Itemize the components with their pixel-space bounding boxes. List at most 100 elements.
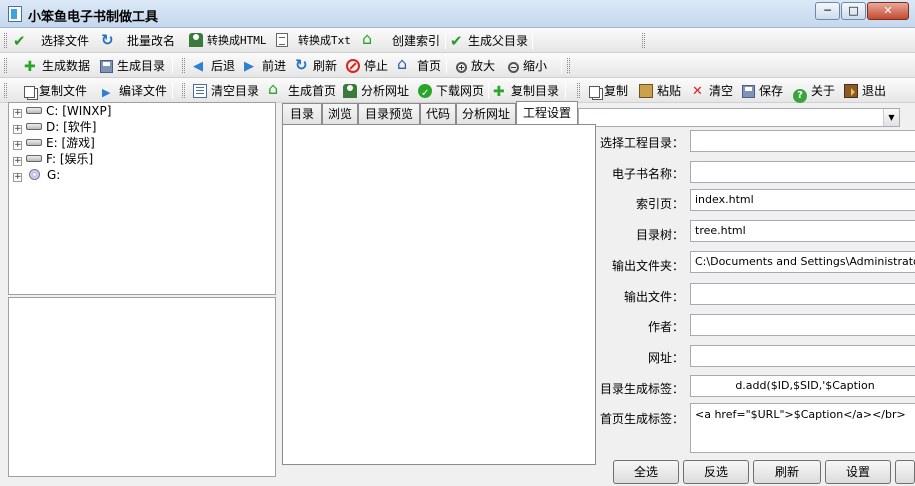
expand-icon[interactable]: + [13, 109, 22, 118]
project-dir-input[interactable] [690, 130, 915, 152]
home-icon [362, 29, 376, 49]
close-button[interactable]: ✕ [867, 2, 909, 20]
output-file-label: 输出文件： [623, 290, 684, 304]
plus-icon [493, 82, 507, 102]
zoom-out-icon [508, 62, 519, 73]
clear-toc-button[interactable]: 清空目录 [193, 81, 259, 101]
toc-tree-input[interactable]: tree.html [690, 220, 915, 242]
create-index-button[interactable]: 创建索引 [362, 29, 440, 51]
toolbar-browser: 生成数据 生成目录 后退 前进 刷新 停止 首页 放大 缩小 ▼ [0, 53, 915, 127]
web-icon [189, 33, 203, 47]
expand-icon[interactable]: + [13, 125, 22, 134]
select-all-button[interactable]: 全选 [613, 460, 679, 484]
tab-analyze-url[interactable]: 分析网址 [456, 103, 516, 124]
tree-item-d[interactable]: + D: [软件] [13, 119, 96, 135]
copy-icon [24, 86, 35, 98]
output-file-input[interactable] [690, 283, 915, 305]
author-input[interactable] [690, 314, 915, 336]
tab-toc-preview[interactable]: 目录预览 [358, 103, 420, 124]
zoom-in-icon [456, 62, 467, 73]
project-dir-label: 选择工程目录： [599, 136, 684, 150]
gen-toc-button[interactable]: 生成目录 [100, 56, 165, 76]
exit-button[interactable]: 退出 [844, 81, 886, 101]
book-name-label: 电子书名称： [611, 167, 684, 181]
author-label: 作者： [647, 320, 684, 334]
home-button[interactable]: 首页 [397, 54, 441, 76]
toolbar-grip[interactable] [182, 83, 185, 98]
download-icon [418, 84, 432, 104]
index-page-input[interactable]: index.html [690, 189, 915, 211]
tab-toc[interactable]: 目录 [282, 103, 322, 124]
gen-data-button[interactable]: 生成数据 [24, 56, 90, 77]
toolbar-grip[interactable] [4, 58, 7, 73]
copy-button[interactable]: 复制 [589, 81, 628, 101]
tab-project-settings[interactable]: 工程设置 [516, 101, 578, 124]
clear-button[interactable]: 清空 [691, 81, 733, 102]
paste-icon [639, 84, 653, 98]
batch-rename-button[interactable]: 批量改名 [101, 30, 175, 51]
toc-tag-input[interactable]: d.add($ID,$SID,'$Caption [690, 375, 915, 397]
output-folder-label: 输出文件夹： [611, 259, 684, 273]
refresh-button[interactable]: 刷新 [295, 55, 337, 76]
url-label: 网址： [647, 351, 684, 365]
about-button[interactable]: 关于 [793, 81, 835, 103]
tab-content-panel[interactable] [282, 124, 596, 465]
settings-button[interactable]: 设置 [825, 460, 891, 484]
compile-file-button[interactable]: 编译文件 [100, 81, 167, 103]
tree-item-c[interactable]: + C: [WINXP] [13, 103, 111, 119]
save-button[interactable]: 保存 [742, 81, 783, 101]
drive-tree[interactable]: + C: [WINXP] + D: [软件] + E: [游戏] + F: [娱乐] +… [8, 102, 276, 295]
toolbar-grip[interactable] [642, 33, 645, 48]
copy-file-button[interactable]: 复制文件 [24, 81, 87, 101]
analyze-url-button[interactable]: 分析网址 [343, 81, 409, 101]
paste-button[interactable]: 粘贴 [639, 81, 681, 101]
stop-icon [346, 59, 360, 73]
home-tag-textarea[interactable]: <a href="$URL">$Caption</a></br> [690, 403, 915, 453]
file-list-panel[interactable] [8, 297, 276, 477]
toolbar-grip[interactable] [182, 58, 185, 73]
web-icon [343, 84, 357, 98]
tree-item-g[interactable]: + G: [13, 167, 60, 183]
expand-icon[interactable]: + [13, 173, 22, 182]
copy-icon [589, 86, 600, 98]
book-name-input[interactable] [690, 161, 915, 183]
zoom-in-button[interactable]: 放大 [456, 56, 495, 76]
back-button[interactable]: 后退 [193, 56, 235, 77]
convert-html-button[interactable]: 转换成HTML [189, 31, 267, 51]
expand-icon[interactable]: + [13, 157, 22, 166]
expand-icon[interactable]: + [13, 141, 22, 150]
refresh-list-button[interactable]: 刷新 [753, 460, 821, 484]
project-settings-form: 选择工程目录： 电子书名称： 索引页： index.html 目录树： tree… [597, 124, 915, 486]
toolbar-grip[interactable] [577, 83, 580, 98]
forward-button[interactable]: 前进 [244, 56, 286, 77]
zoom-out-button[interactable]: 缩小 [508, 56, 547, 76]
output-folder-input[interactable]: C:\Documents and Settings\Administrator\… [690, 251, 915, 273]
gen-homepage-button[interactable]: 生成首页 [268, 79, 336, 101]
tree-item-f[interactable]: + F: [娱乐] [13, 151, 93, 167]
tab-code[interactable]: 代码 [420, 103, 456, 124]
hard-drive-icon [26, 139, 42, 146]
tree-item-e[interactable]: + E: [游戏] [13, 135, 95, 151]
toolbar-grip[interactable] [4, 33, 7, 48]
select-file-button[interactable]: 选择文件 [13, 31, 89, 51]
url-input[interactable] [690, 345, 915, 367]
download-page-button[interactable]: 下载网页 [418, 81, 484, 104]
gen-parent-dir-button[interactable]: 生成父目录 [450, 31, 528, 51]
help-icon [793, 89, 807, 103]
copy-toc-button[interactable]: 复制目录 [493, 81, 559, 102]
cd-drive-icon [29, 169, 40, 180]
maximize-button[interactable]: □ [841, 2, 866, 20]
tab-browse[interactable]: 浏览 [322, 103, 358, 124]
more-button[interactable] [895, 460, 915, 484]
toolbar-grip[interactable] [4, 83, 7, 98]
toolbar-grip[interactable] [567, 58, 570, 73]
invert-selection-button[interactable]: 反选 [683, 460, 749, 484]
back-arrow-icon [193, 57, 207, 77]
save-icon [100, 60, 113, 73]
minimize-button[interactable]: ─ [815, 2, 840, 20]
stop-button[interactable]: 停止 [346, 56, 388, 76]
convert-txt-button[interactable]: 转换成Txt [276, 31, 351, 51]
refresh-icon [101, 30, 115, 50]
toc-tree-label: 目录树： [635, 228, 684, 242]
title-bar: 小笨鱼电子书制做工具 ─ □ ✕ [0, 0, 915, 28]
